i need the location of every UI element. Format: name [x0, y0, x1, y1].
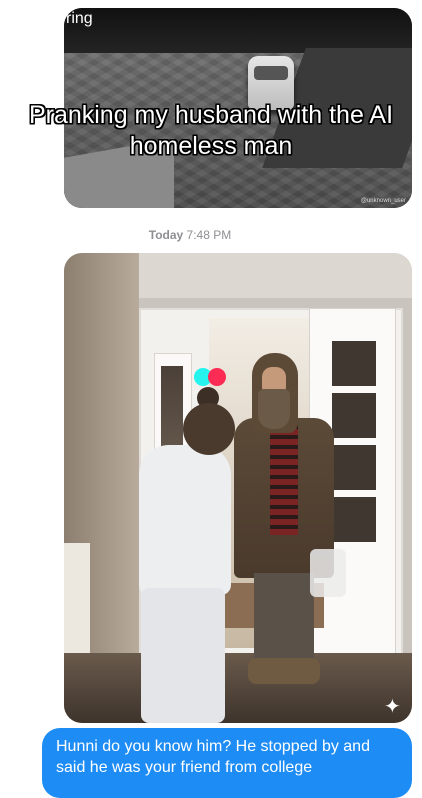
woman-figure — [119, 387, 235, 723]
message-text: Hunni do you know him? He stopped by and… — [56, 738, 370, 776]
man-plaid-shirt — [270, 425, 298, 535]
side-shelf — [64, 543, 90, 653]
sent-message-bubble[interactable]: Hunni do you know him? He stopped by and… — [42, 728, 412, 798]
sparkle-icon: ✦ — [384, 696, 401, 718]
camera-logo: ring — [66, 10, 93, 27]
door-pane — [330, 443, 378, 492]
timestamp-day: Today — [148, 228, 184, 242]
message-timestamp: Today 7:48 PM — [0, 228, 380, 242]
camera-watermark: @unknown_user — [360, 198, 406, 204]
bearded-man-figure — [234, 353, 346, 684]
woman-sweatpants — [141, 588, 225, 723]
man-pants — [254, 573, 314, 668]
video-caption: Pranking my husband with the AI homeless… — [28, 101, 394, 160]
man-boots — [248, 658, 320, 684]
plastic-bag — [310, 549, 346, 597]
door-pane — [330, 391, 378, 440]
woman-sweatshirt — [139, 445, 231, 595]
red-dot — [208, 368, 226, 386]
door-pane — [330, 495, 378, 544]
door-pane — [330, 339, 378, 388]
tiktok-dots-icon — [194, 368, 230, 386]
woman-head — [183, 403, 235, 455]
man-beard — [258, 389, 290, 429]
timestamp-time: 7:48 PM — [186, 228, 232, 242]
message-photo[interactable] — [64, 253, 412, 723]
